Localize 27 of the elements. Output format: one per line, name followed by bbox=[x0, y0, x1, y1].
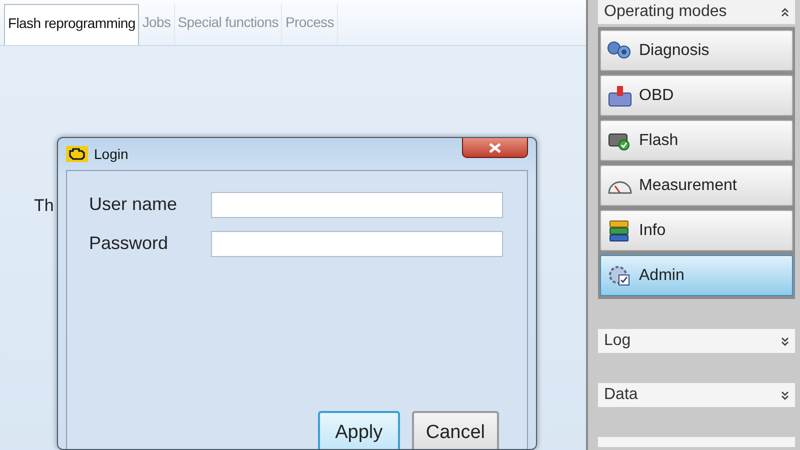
toolbox-icon bbox=[607, 84, 633, 106]
dialog-button[interactable]: Cancel bbox=[412, 411, 499, 449]
close-button[interactable] bbox=[462, 138, 528, 158]
mode-button[interactable]: Info bbox=[600, 210, 793, 251]
close-icon bbox=[489, 142, 501, 152]
expand-icon bbox=[781, 336, 789, 346]
mode-button[interactable]: Flash bbox=[600, 120, 793, 161]
field-label: Password bbox=[89, 233, 170, 254]
panel-header: Operating modes bbox=[604, 3, 727, 21]
background-text: Th bbox=[34, 196, 54, 215]
mode-button[interactable]: OBD bbox=[600, 75, 793, 116]
mode-button[interactable]: Admin bbox=[600, 255, 793, 296]
input-field[interactable] bbox=[210, 230, 503, 256]
stethoscope-icon bbox=[607, 40, 633, 62]
tab[interactable]: Flash reprogramming bbox=[4, 4, 140, 45]
field-label: User name bbox=[89, 194, 178, 215]
panel-bar[interactable]: Log bbox=[598, 329, 795, 353]
panel-bar[interactable]: Data bbox=[598, 383, 795, 407]
expand-icon bbox=[781, 390, 789, 400]
collapse-icon[interactable] bbox=[781, 8, 789, 16]
dialog-title: Login bbox=[94, 146, 128, 162]
engine-icon bbox=[66, 146, 88, 162]
mode-button[interactable]: Measurement bbox=[600, 165, 793, 206]
panel-bar[interactable] bbox=[598, 437, 795, 447]
mode-button[interactable]: Diagnosis bbox=[600, 30, 793, 71]
dialog-button[interactable]: Apply bbox=[318, 411, 400, 449]
input-field[interactable] bbox=[210, 192, 503, 218]
